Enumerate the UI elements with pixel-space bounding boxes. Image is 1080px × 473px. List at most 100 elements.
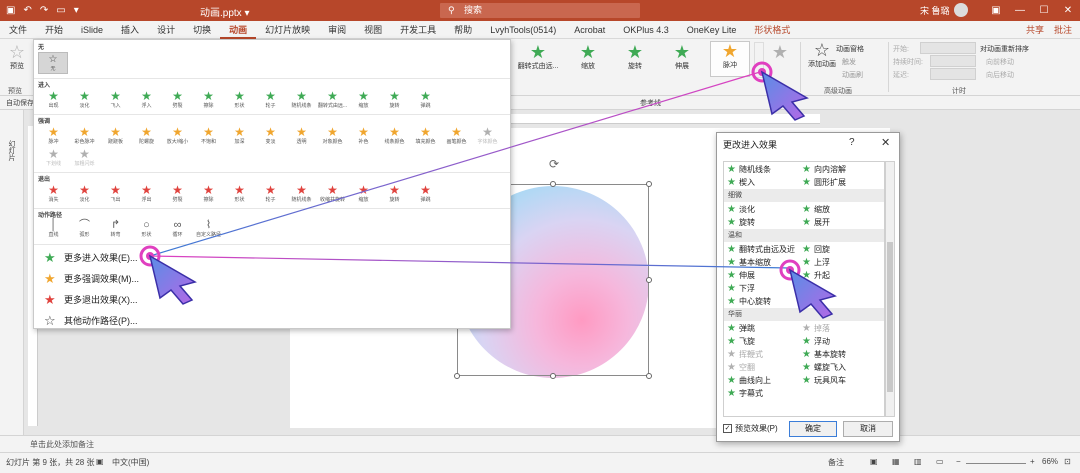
gallery-item[interactable]: ↱ 转弯 bbox=[100, 220, 131, 239]
gallery-item[interactable]: ★ 脉冲 bbox=[38, 126, 69, 145]
gallery-item[interactable]: ∞ 循环 bbox=[162, 220, 193, 239]
gallery-item[interactable]: ★ 飞入 bbox=[100, 90, 131, 109]
gallery-item[interactable]: ★ 字体颜色 bbox=[472, 126, 503, 145]
gallery-item[interactable]: ★ 旋转 bbox=[379, 90, 410, 109]
scrollbar-thumb[interactable] bbox=[887, 242, 893, 392]
effect-list-item[interactable]: ★ 展开 bbox=[802, 216, 830, 229]
zoom-out-icon[interactable]: − bbox=[956, 457, 961, 466]
effect-list-item[interactable]: ★ 旋转 bbox=[727, 216, 755, 229]
preview-effect-checkbox[interactable]: ✓ 预览效果(P) bbox=[723, 423, 778, 434]
effect-list-item[interactable]: ★ 圆形扩展 bbox=[802, 176, 846, 189]
gallery-item[interactable]: ★ 缩放 bbox=[348, 90, 379, 109]
gallery-item[interactable]: ★ 变淡 bbox=[255, 126, 286, 145]
gallery-item[interactable]: ★ 飞出 bbox=[100, 184, 131, 203]
resize-handle[interactable] bbox=[646, 277, 652, 283]
tab-1[interactable]: 开始 bbox=[36, 21, 72, 39]
gallery-item[interactable]: ★ 加粗闪烁 bbox=[69, 148, 100, 167]
notes-toggle[interactable]: 备注 bbox=[828, 457, 844, 468]
resize-handle[interactable] bbox=[550, 181, 556, 187]
sorter-view-icon[interactable]: ▦ bbox=[892, 457, 900, 466]
effect-list-item[interactable]: ★ 字幕式 bbox=[727, 387, 763, 400]
ok-button[interactable]: 确定 bbox=[789, 421, 837, 437]
move-earlier-button[interactable]: 向前移动 bbox=[986, 57, 1014, 67]
gallery-item[interactable]: ★ 弹跳 bbox=[410, 184, 441, 203]
effect-flip-button[interactable]: ★ 翻转式由远... bbox=[515, 43, 561, 71]
effect-list-item[interactable]: ★ 伸展 bbox=[727, 269, 755, 282]
preview-button[interactable]: ☆ 预览 bbox=[4, 43, 30, 71]
effect-zoom-button[interactable]: ★ 缩放 bbox=[568, 43, 608, 71]
gallery-item[interactable]: ★ 透明 bbox=[286, 126, 317, 145]
gallery-item[interactable]: ★ 浮入 bbox=[131, 90, 162, 109]
effect-spin-button[interactable]: ★ 旋转 bbox=[615, 43, 655, 71]
gallery-item[interactable]: ★ 线条颜色 bbox=[379, 126, 410, 145]
tab-2[interactable]: iSlide bbox=[72, 21, 112, 39]
effect-options-button[interactable]: ★ bbox=[767, 43, 793, 61]
minimize-icon[interactable]: — bbox=[1008, 0, 1032, 21]
tab-16[interactable]: 形状格式 bbox=[745, 21, 799, 39]
gallery-item[interactable]: ★ 随机线条 bbox=[286, 184, 317, 203]
ribbon-display-icon[interactable]: ▣ bbox=[984, 0, 1008, 21]
animation-pane-button[interactable]: 动画窗格 bbox=[836, 44, 864, 54]
gallery-item[interactable]: ★ 形状 bbox=[224, 90, 255, 109]
gallery-item-none[interactable]: ☆ 无 bbox=[38, 52, 68, 74]
slideshow-view-icon[interactable]: ▭ bbox=[936, 457, 944, 466]
tab-14[interactable]: OKPlus 4.3 bbox=[614, 21, 678, 39]
zoom-level[interactable]: 66% bbox=[1042, 457, 1058, 466]
trigger-button[interactable]: 触发 bbox=[842, 57, 856, 67]
customize-icon[interactable]: ▾ bbox=[74, 5, 79, 16]
gallery-item[interactable]: ★ 缩放 bbox=[348, 184, 379, 203]
cancel-button[interactable]: 取消 bbox=[843, 421, 893, 437]
gallery-item[interactable]: ○ 形状 bbox=[131, 220, 162, 239]
gallery-item[interactable]: ★ 翻转式由远... bbox=[317, 90, 348, 109]
effect-list-item[interactable]: ★ 回旋 bbox=[802, 243, 830, 256]
effect-stretch-button[interactable]: ★ 伸展 bbox=[662, 43, 702, 71]
gallery-item[interactable]: ★ 陀螺旋 bbox=[131, 126, 162, 145]
effect-list-item[interactable]: ★ 翻转式由远及近 bbox=[727, 243, 795, 256]
gallery-item[interactable]: ★ 浮出 bbox=[131, 184, 162, 203]
gallery-item[interactable]: ★ 放大/缩小 bbox=[162, 126, 193, 145]
gallery-item[interactable]: ★ 擦除 bbox=[193, 90, 224, 109]
close-icon[interactable]: ✕ bbox=[1056, 0, 1080, 21]
effect-list-item[interactable]: ★ 缩放 bbox=[802, 203, 830, 216]
tab-7[interactable]: 幻灯片放映 bbox=[256, 21, 319, 39]
more-emphasis-effects-item[interactable]: ★ 更多强调效果(M)... bbox=[44, 268, 139, 288]
zoom-slider[interactable] bbox=[966, 463, 1026, 464]
avatar[interactable] bbox=[954, 3, 968, 17]
zoom-in-icon[interactable]: + bbox=[1030, 457, 1035, 466]
effect-list-item[interactable]: ★ 升起 bbox=[802, 269, 830, 282]
gallery-item[interactable]: ⌒ 弧形 bbox=[69, 220, 100, 239]
language-indicator[interactable]: 中文(中国) bbox=[112, 457, 149, 468]
gallery-item[interactable]: ★ 画笔颜色 bbox=[441, 126, 472, 145]
tab-9[interactable]: 视图 bbox=[355, 21, 391, 39]
effect-list-item[interactable]: ★ 浮动 bbox=[802, 335, 830, 348]
effect-list-item[interactable]: ★ 螺旋飞入 bbox=[802, 361, 846, 374]
resize-handle[interactable] bbox=[646, 181, 652, 187]
dialog-close-button[interactable]: ✕ bbox=[881, 136, 890, 149]
effect-list-item[interactable]: ★ 随机线条 bbox=[727, 163, 771, 176]
gallery-item[interactable]: ★ 擦除 bbox=[193, 184, 224, 203]
tab-15[interactable]: OneKey Lite bbox=[678, 21, 746, 39]
rotate-handle-icon[interactable]: ⟳ bbox=[549, 157, 559, 171]
help-button[interactable]: ? bbox=[849, 137, 855, 148]
normal-view-icon[interactable]: ▣ bbox=[870, 457, 878, 466]
tab-13[interactable]: Acrobat bbox=[565, 21, 614, 39]
maximize-icon[interactable]: ☐ bbox=[1032, 0, 1056, 21]
effect-list-item[interactable]: ★ 曲线向上 bbox=[727, 374, 771, 387]
effect-list[interactable]: ★ 随机线条 ★ 向内溶解 ★ 楔入 ★ 圆形扩展 细微 ★ 淡化 ★ 缩放 ★ 旋转 ★ 展开 温和 ★ 翻转式由远… bbox=[723, 161, 885, 417]
tab-4[interactable]: 设计 bbox=[148, 21, 184, 39]
effect-list-item[interactable]: ★ 弹跳 bbox=[727, 322, 755, 335]
effect-list-item[interactable]: ★ 下浮 bbox=[727, 282, 755, 295]
gallery-item[interactable]: ★ 对象颜色 bbox=[317, 126, 348, 145]
gallery-item[interactable]: ★ 不饱和 bbox=[193, 126, 224, 145]
painter-button[interactable]: 动画刷 bbox=[842, 70, 863, 80]
gallery-scroll[interactable] bbox=[754, 42, 764, 78]
more-exit-effects-item[interactable]: ★ 更多退出效果(X)... bbox=[44, 289, 138, 309]
tab-12[interactable]: LvyhTools(0514) bbox=[481, 21, 565, 39]
notes-pane[interactable]: 单击此处添加备注 bbox=[0, 435, 1080, 452]
reading-view-icon[interactable]: ▥ bbox=[914, 457, 922, 466]
gallery-item[interactable]: ★ 弹跳 bbox=[410, 90, 441, 109]
present-icon[interactable]: ▭ bbox=[56, 5, 65, 16]
move-later-button[interactable]: 向后移动 bbox=[986, 70, 1014, 80]
tab-3[interactable]: 插入 bbox=[112, 21, 148, 39]
search-box[interactable]: ⚲ 搜索 bbox=[440, 3, 640, 18]
